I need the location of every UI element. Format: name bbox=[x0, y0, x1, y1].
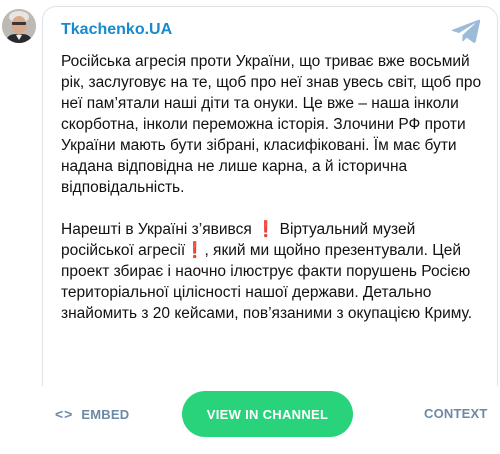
channel-avatar[interactable] bbox=[2, 9, 36, 43]
message-paragraph-1: Російська агресія проти України, що трив… bbox=[61, 53, 482, 196]
message-paragraph-2-part-1: Нарешті в Україні з’явився bbox=[61, 221, 257, 238]
message-bubble: Tkachenko.UA Російська агресія проти Укр… bbox=[42, 6, 498, 386]
telegram-icon[interactable] bbox=[451, 19, 481, 43]
code-icon: <> bbox=[55, 406, 74, 422]
message-text: Російська агресія проти України, що трив… bbox=[61, 51, 489, 324]
message-paragraph-2: Нарешті в Україні з’явився ❗ Віртуальний… bbox=[61, 219, 489, 324]
person-avatar-icon bbox=[2, 9, 36, 43]
view-in-channel-label: VIEW IN CHANNEL bbox=[206, 406, 329, 422]
embed-button[interactable]: <> EMBED bbox=[55, 406, 129, 422]
view-in-channel-button[interactable]: VIEW IN CHANNEL bbox=[182, 391, 353, 437]
exclamation-icon: ❗ bbox=[256, 221, 276, 238]
context-button[interactable]: CONTEXT bbox=[424, 406, 488, 421]
channel-name-link[interactable]: Tkachenko.UA bbox=[61, 20, 172, 40]
embed-label: EMBED bbox=[81, 406, 130, 422]
exclamation-icon: ❗ bbox=[185, 242, 205, 259]
telegram-post-widget: Tkachenko.UA Російська агресія проти Укр… bbox=[0, 0, 500, 454]
widget-footer: <> EMBED VIEW IN CHANNEL CONTEXT bbox=[0, 386, 500, 442]
